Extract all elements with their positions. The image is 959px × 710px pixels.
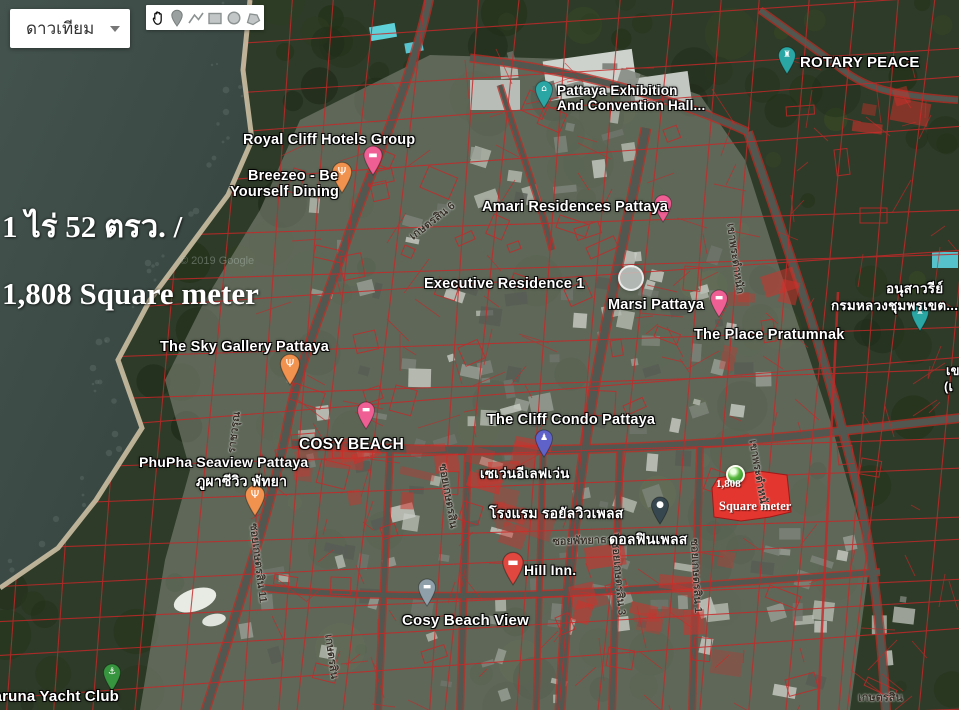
- rectangle-icon: [206, 9, 224, 27]
- the-place-pratumnak-label[interactable]: The Place Pratumnak: [694, 327, 844, 343]
- sky-gallery-pattaya-label[interactable]: The Sky Gallery Pattaya: [160, 339, 329, 355]
- seven-eleven-label[interactable]: เซเว่นอีเลฟเว่น: [480, 462, 570, 484]
- building-icon: ⌂: [533, 81, 555, 97]
- street-label: เกษตรสิน: [858, 688, 903, 706]
- hotel-icon: ▬: [416, 579, 438, 595]
- polygon-tool-button[interactable]: [243, 7, 262, 28]
- cosy-beach-view-marker[interactable]: ▬: [416, 577, 438, 607]
- map-type-value: ดาวเทียม: [26, 15, 94, 42]
- royal-view-place-hotel-label[interactable]: โรงแรม รอยัลวิวเพลส: [489, 503, 624, 525]
- amari-residences-label[interactable]: Amari Residences Pattaya: [482, 199, 668, 215]
- parcel-area-value: 1,808: [716, 478, 741, 490]
- hill-inn-label[interactable]: Hill Inn.: [524, 562, 576, 578]
- area-annotation-metric: 1,808 Square meter: [2, 276, 259, 312]
- pin-icon: [169, 9, 185, 27]
- royal-cliff-hotels-group-label[interactable]: Royal Cliff Hotels Group: [243, 132, 415, 148]
- marker-tool-button[interactable]: [167, 7, 186, 28]
- lodging-icon: ♟: [533, 430, 555, 446]
- cosy-beach-label[interactable]: COSY BEACH: [299, 436, 404, 454]
- circle-tool-button[interactable]: [224, 7, 243, 28]
- the-cliff-condo-label[interactable]: The Cliff Condo Pattaya: [487, 412, 655, 428]
- phupha-seaview-label[interactable]: PhuPha Seaview Pattaya: [139, 454, 308, 470]
- pattaya-exhibition-hall-label[interactable]: And Convention Hall...: [557, 98, 705, 113]
- polygon-icon: [244, 9, 262, 27]
- copyright-watermark: © 2019 Google: [180, 255, 254, 267]
- hotel-icon: ▬: [355, 402, 377, 418]
- edge-label-fragment-2-label[interactable]: (เ: [944, 376, 953, 397]
- hotel-pin-royal-cliff-marker[interactable]: ▬: [361, 144, 385, 176]
- parcel-area-unit: Square meter: [719, 499, 791, 514]
- street-label: ซอยเกษตรสิน 1: [686, 538, 708, 613]
- the-cliff-condo-marker[interactable]: ♟: [533, 428, 555, 458]
- monument-krom-luang-label[interactable]: กรมหลวงชุมพรเขต...: [831, 294, 958, 316]
- hand-icon: [149, 9, 167, 27]
- chevron-down-icon: [110, 26, 120, 32]
- polyline-icon: [187, 9, 205, 27]
- royal-varuna-yacht-club-label[interactable]: Royal Varuna Yacht Club: [0, 688, 119, 705]
- place-spot-marker[interactable]: [618, 265, 644, 291]
- phupha-seaview-label[interactable]: ภูผาซีวิว พัทยา: [196, 471, 287, 493]
- polyline-tool-button[interactable]: [186, 7, 205, 28]
- map-type-dropdown[interactable]: ดาวเทียม: [10, 9, 130, 48]
- hotel-icon: ▬: [499, 553, 527, 572]
- castle-icon: ♜: [776, 47, 798, 63]
- hotel-icon: ▬: [708, 290, 730, 306]
- marsi-pattaya-marker[interactable]: ▬: [708, 288, 730, 318]
- pattaya-exhibition-hall-marker[interactable]: ⌂: [533, 79, 555, 109]
- pattaya-exhibition-hall-label[interactable]: Pattaya Exhibition: [557, 83, 678, 98]
- area-annotation-thai: 1 ไร่ 52 ตรว. /: [2, 201, 182, 251]
- rectangle-tool-button[interactable]: [205, 7, 224, 28]
- marsi-pattaya-label[interactable]: Marsi Pattaya: [608, 297, 704, 313]
- restaurant-icon: Ψ: [277, 355, 303, 373]
- rotary-peace-marker[interactable]: ♜: [776, 45, 798, 75]
- circle-icon: [225, 9, 243, 27]
- dolphin-place-marker[interactable]: ●: [649, 495, 671, 525]
- hill-inn-marker[interactable]: ▬: [499, 550, 527, 586]
- hotel-icon: ▬: [361, 147, 385, 164]
- boat-icon: ⚓: [101, 664, 123, 680]
- breezeo-dining-label[interactable]: Breezeo - Be: [248, 168, 338, 184]
- hotel-pin-cosy-marker[interactable]: ▬: [355, 400, 377, 430]
- rotary-peace-label[interactable]: ROTARY PEACE: [800, 54, 920, 71]
- place-icon: ●: [649, 497, 671, 513]
- map-canvas[interactable]: ♜ROTARY PEACE ⌂Pattaya ExhibitionAnd Conv…: [0, 0, 959, 710]
- drawing-toolbar: [146, 5, 264, 30]
- sky-gallery-pattaya-marker[interactable]: Ψ: [277, 352, 303, 386]
- pan-tool-button[interactable]: [148, 7, 167, 28]
- dolphin-place-label[interactable]: ดอลฟินเพลส: [609, 529, 688, 551]
- cosy-beach-view-label[interactable]: Cosy Beach View: [402, 612, 529, 629]
- executive-residence-1-label[interactable]: Executive Residence 1: [424, 276, 585, 292]
- satellite-background: [0, 0, 959, 710]
- breezeo-dining-label[interactable]: Yourself Dining: [230, 184, 339, 200]
